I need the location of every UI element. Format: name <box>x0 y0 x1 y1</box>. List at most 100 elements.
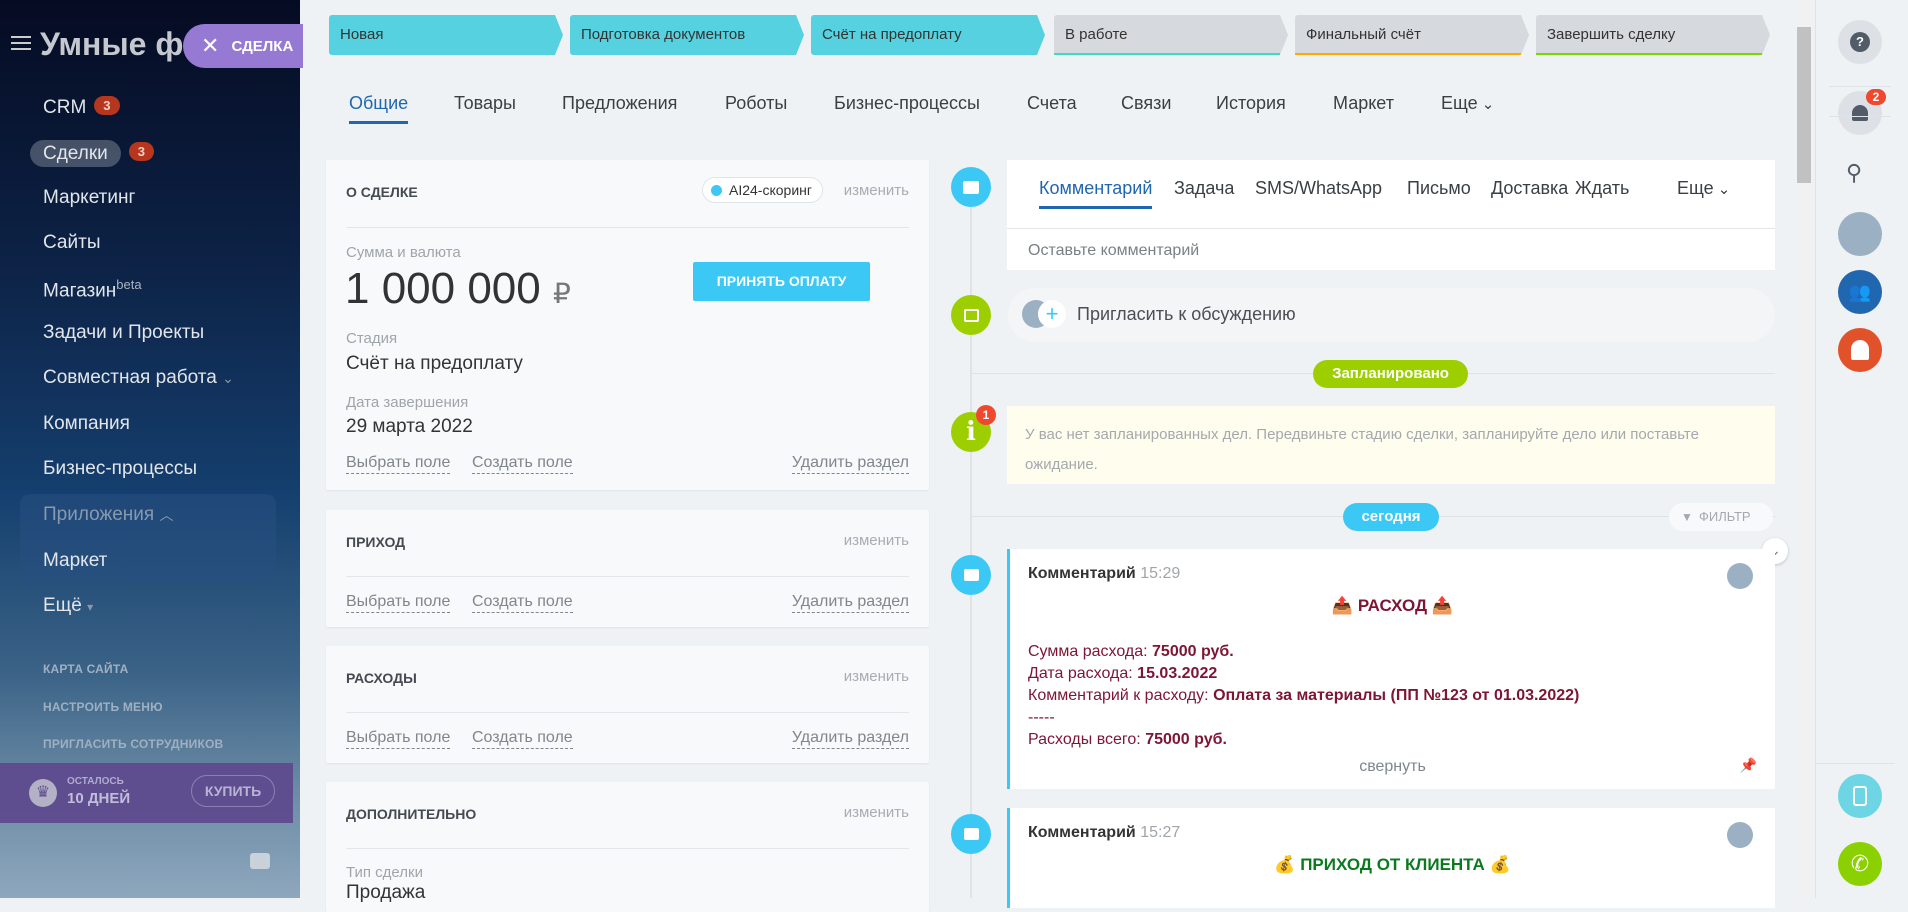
sidebar-item-sites[interactable]: Сайты <box>43 232 100 254</box>
delete-section-link[interactable]: Удалить раздел <box>791 453 909 474</box>
stage-2[interactable]: Подготовка документов <box>570 15 804 55</box>
composer-tab-5[interactable]: Доставка <box>1491 178 1568 199</box>
tab-9[interactable]: Маркет <box>1333 93 1394 114</box>
tab-label: Задача <box>1174 178 1235 198</box>
sidebar-item-more[interactable]: Ещё ▾ <box>43 595 93 617</box>
tab-8[interactable]: История <box>1216 93 1286 114</box>
printer-icon[interactable] <box>250 853 270 869</box>
stage-1[interactable]: Новая <box>329 15 563 55</box>
mobile-app-icon[interactable] <box>1838 774 1882 818</box>
tab-10[interactable]: Еще ⌄ <box>1441 93 1494 114</box>
tab-label: Общие <box>349 93 409 113</box>
deal-close-button[interactable]: ✕ СДЕЛКА <box>183 24 303 68</box>
comment-header: Комментарий 15:29 <box>1028 565 1180 583</box>
stage-label: Стадия <box>346 330 398 347</box>
money-bag-icon: 💰 <box>1489 855 1511 874</box>
user-avatar[interactable] <box>1838 212 1882 256</box>
filter-button[interactable]: ▼ ФИЛЬТР <box>1669 503 1773 531</box>
author-avatar[interactable] <box>1727 822 1753 848</box>
divider <box>1829 86 1891 87</box>
sidebar-item-bp[interactable]: Бизнес-процессы <box>43 458 197 480</box>
buy-button[interactable]: КУПИТЬ <box>191 775 275 807</box>
stage-label: В работе <box>1065 26 1128 43</box>
sidebar-item-crm[interactable]: CRM 3 <box>43 96 120 119</box>
comment-input[interactable]: Оставьте комментарий <box>1028 242 1728 260</box>
sidebar-item-market[interactable]: Маркет <box>43 550 107 572</box>
search-icon[interactable]: ⚲ <box>1846 160 1862 186</box>
comment-title: Комментарий <box>1028 824 1136 841</box>
tab-3[interactable]: Предложения <box>562 93 677 114</box>
edit-link[interactable]: изменить <box>844 182 909 199</box>
deal-type-label: Тип сделки <box>346 864 423 881</box>
divider <box>346 848 909 849</box>
date-value[interactable]: 29 марта 2022 <box>346 416 473 438</box>
comment-time: 15:29 <box>1140 565 1181 582</box>
tab-label: Письмо <box>1407 178 1471 198</box>
edit-link[interactable]: изменить <box>844 668 909 685</box>
extra-card: ДОПОЛНИТЕЛЬНО изменить Тип сделки Продаж… <box>326 782 929 912</box>
accept-payment-button[interactable]: ПРИНЯТЬ ОПЛАТУ <box>693 262 870 301</box>
sitemap-link[interactable]: КАРТА САЙТА <box>43 662 129 676</box>
contact-icon[interactable] <box>1838 328 1882 372</box>
section-title: О СДЕЛКЕ <box>346 184 418 200</box>
composer-tab-1[interactable]: Комментарий <box>1039 178 1153 209</box>
tab-1[interactable]: Общие <box>349 93 409 124</box>
tab-5[interactable]: Бизнес-процессы <box>834 93 980 114</box>
configure-menu-link[interactable]: НАСТРОИТЬ МЕНЮ <box>43 700 163 714</box>
portal-logo[interactable]: Умные фи <box>40 26 203 63</box>
create-field-link[interactable]: Создать поле <box>472 453 573 474</box>
stage-label: Финальный счёт <box>1306 26 1421 43</box>
composer-tab-3[interactable]: SMS/WhatsApp <box>1255 178 1382 199</box>
delete-section-link[interactable]: Удалить раздел <box>791 728 909 749</box>
chevron-down-icon: ⌄ <box>1713 181 1731 198</box>
tab-7[interactable]: Связи <box>1121 93 1171 114</box>
sidebar-item-tasks[interactable]: Задачи и Проекты <box>43 322 204 344</box>
phone-icon[interactable]: ✆ <box>1838 842 1882 886</box>
help-button[interactable]: ? <box>1838 20 1882 64</box>
edit-link[interactable]: изменить <box>844 532 909 549</box>
deal-type-value[interactable]: Продажа <box>346 882 425 904</box>
sidebar-item-marketing[interactable]: Маркетинг <box>43 187 135 209</box>
stage-4[interactable]: В работе <box>1054 15 1288 55</box>
edit-link[interactable]: изменить <box>844 804 909 821</box>
chevron-down-icon: ⌄ <box>222 370 234 386</box>
divider <box>346 712 909 713</box>
collapse-link[interactable]: свернуть <box>1010 758 1775 776</box>
choose-field-link[interactable]: Выбрать поле <box>346 592 451 613</box>
tab-label: Счета <box>1027 93 1077 113</box>
tab-6[interactable]: Счета <box>1027 93 1077 114</box>
create-field-link[interactable]: Создать поле <box>472 728 573 749</box>
choose-field-link[interactable]: Выбрать поле <box>346 728 451 749</box>
stage-5[interactable]: Финальный счёт <box>1295 15 1529 55</box>
composer-tab-2[interactable]: Задача <box>1174 178 1234 199</box>
invite-to-discussion[interactable]: + Пригласить к обсуждению <box>1008 288 1775 342</box>
divider <box>1815 763 1895 764</box>
create-field-link[interactable]: Создать поле <box>472 592 573 613</box>
stage-value[interactable]: Счёт на предоплату <box>346 353 523 375</box>
scrollbar-thumb[interactable] <box>1797 27 1811 183</box>
sidebar-item-company[interactable]: Компания <box>43 413 130 435</box>
sidebar-item-apps[interactable]: Приложения ︿ <box>43 504 173 526</box>
tab-4[interactable]: Роботы <box>725 93 787 114</box>
composer-tab-7[interactable]: Еще ⌄ <box>1677 178 1730 199</box>
pin-icon[interactable]: 📌 <box>1740 757 1757 774</box>
tab-label: Предложения <box>562 93 678 113</box>
tab-2[interactable]: Товары <box>454 93 516 114</box>
author-avatar[interactable] <box>1727 563 1753 589</box>
composer-tab-6[interactable]: Ждать <box>1575 178 1629 199</box>
invite-employees-link[interactable]: ПРИГЛАСИТЬ СОТРУДНИКОВ <box>43 737 223 751</box>
sidebar-item-shop[interactable]: Магазинbeta <box>43 277 142 302</box>
label: ФИЛЬТР <box>1699 509 1751 524</box>
composer-tab-4[interactable]: Письмо <box>1407 178 1471 199</box>
menu-icon[interactable] <box>11 36 31 50</box>
stage-3[interactable]: Счёт на предоплату <box>811 15 1045 55</box>
delete-section-link[interactable]: Удалить раздел <box>791 592 909 613</box>
sidebar-item-deals[interactable]: Сделки 3 <box>30 140 154 167</box>
sidebar-item-collab[interactable]: Совместная работа ⌄ <box>43 367 234 389</box>
choose-field-link[interactable]: Выбрать поле <box>346 453 451 474</box>
scrollbar[interactable] <box>1795 0 1813 898</box>
group-chat-icon[interactable]: 👥 <box>1838 270 1882 314</box>
stage-6[interactable]: Завершить сделку <box>1536 15 1770 55</box>
counter-badge: 3 <box>94 96 120 115</box>
ai-scoring-button[interactable]: AI24-скоринг <box>702 177 823 203</box>
